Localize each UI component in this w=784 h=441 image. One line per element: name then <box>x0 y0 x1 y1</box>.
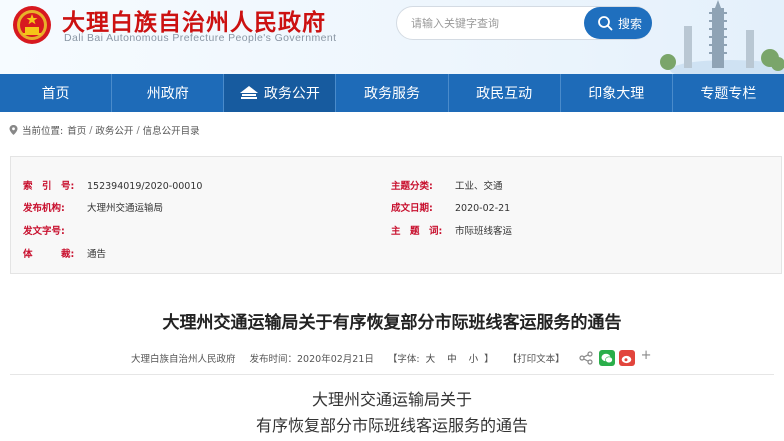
nav-item-prefecture-government[interactable]: 州政府 <box>112 74 225 112</box>
font-size-medium-button[interactable]: 中 <box>447 351 457 365</box>
meta-value: 2020-02-21 <box>455 203 511 214</box>
breadcrumb-separator: / <box>136 124 140 136</box>
meta-key: 成文日期: <box>391 203 433 214</box>
search-icon <box>598 16 613 31</box>
font-size-small-button[interactable]: 小 <box>469 351 479 365</box>
meta-row-topic: 主题分类: 工业、交通 <box>391 178 503 192</box>
nav-item-label: 政务服务 <box>363 86 420 102</box>
nav-item-label: 州政府 <box>146 86 189 102</box>
meta-key: 体 裁: <box>23 249 75 260</box>
meta-value: 市际班线客运 <box>455 226 513 237</box>
meta-key: 索 引 号: <box>23 181 75 192</box>
meta-row-org: 发布机构: 大理州交通运输局 <box>23 200 163 214</box>
more-share-plus-icon[interactable]: + <box>641 349 652 362</box>
body-title-line-1: 大理州交通运输局关于 <box>311 390 472 409</box>
meta-key: 发文字号: <box>23 226 65 237</box>
meta-row-subject: 主 题 词: 市际班线客运 <box>391 223 512 237</box>
meta-row-genre: 体 裁: 通告 <box>23 246 106 260</box>
site-subtitle: Dali Bai Autonomous Prefecture People's … <box>64 32 337 44</box>
font-size-label: 【字体: <box>387 354 420 365</box>
meta-value: 152394019/2020-00010 <box>87 181 203 192</box>
article-meta-bar: 大理白族自治州人民政府 发布时间：2020年02月21日 【字体: 大 中 小 … <box>131 349 652 366</box>
print-button[interactable]: 【打印文本】 <box>508 351 565 365</box>
meta-key: 主 题 词: <box>391 226 443 237</box>
meta-row-date: 成文日期: 2020-02-21 <box>391 200 510 214</box>
body-title-line-2: 有序恢复部分市际班线客运服务的通告 <box>255 416 528 435</box>
three-pagodas-illustration <box>660 0 784 74</box>
wechat-share-icon[interactable] <box>598 350 615 366</box>
breadcrumb-link-catalog[interactable]: 信息公开目录 <box>143 123 200 137</box>
site-header: 大理白族自治州人民政府 Dali Bai Autonomous Prefectu… <box>0 0 784 74</box>
font-size-large-button[interactable]: 大 <box>426 351 436 365</box>
nav-item-label: 政务公开 <box>263 86 320 102</box>
font-size-close-bracket: 】 <box>484 354 494 365</box>
breadcrumb-separator: / <box>89 124 93 136</box>
meta-value: 大理州交通运输局 <box>87 203 164 214</box>
nav-item-label: 印象大理 <box>588 86 645 102</box>
nav-item-impression-dali[interactable]: 印象大理 <box>561 74 673 112</box>
nav-item-label: 政民互动 <box>476 86 533 102</box>
nav-item-government-services[interactable]: 政务服务 <box>336 74 449 112</box>
article-title: 大理州交通运输局关于有序恢复部分市际班线客运服务的通告 <box>162 313 622 333</box>
share-icon[interactable] <box>579 351 593 365</box>
tent-icon <box>239 86 258 99</box>
nav-item-label: 首页 <box>41 86 70 102</box>
article-source: 大理白族自治州人民政府 <box>131 354 236 365</box>
nav-item-public-interaction[interactable]: 政民互动 <box>449 74 561 112</box>
nav-item-home[interactable]: 首页 <box>0 74 113 112</box>
national-emblem-icon <box>13 6 51 44</box>
meta-key: 主题分类: <box>391 181 433 192</box>
nav-item-special-topics[interactable]: 专题专栏 <box>673 74 784 112</box>
search-input[interactable] <box>411 15 581 31</box>
location-pin-icon <box>9 125 18 135</box>
breadcrumb-link-affairs[interactable]: 政务公开 <box>95 123 133 137</box>
meta-row-docno: 发文字号: <box>23 223 87 237</box>
weibo-share-icon[interactable] <box>618 350 635 366</box>
meta-row-index: 索 引 号: 152394019/2020-00010 <box>23 178 202 192</box>
breadcrumb-link-home[interactable]: 首页 <box>67 123 86 137</box>
nav-item-label: 专题专栏 <box>700 86 757 102</box>
search-button-label: 搜索 <box>618 17 643 31</box>
main-nav: 首页 州政府 政务公开 政务服务 政民互动 印象大理 专题专栏 <box>0 74 784 112</box>
meta-value: 通告 <box>87 249 107 260</box>
breadcrumb: 当前位置: 首页 / 政务公开 / 信息公开目录 <box>9 123 200 137</box>
article-publish-time: 发布时间：2020年02月21日 <box>249 354 374 365</box>
breadcrumb-prefix: 当前位置: <box>22 126 64 137</box>
divider <box>10 374 774 375</box>
meta-key: 发布机构: <box>23 203 65 214</box>
meta-value: 工业、交通 <box>455 181 503 192</box>
document-metadata-panel: 索 引 号: 152394019/2020-00010 主题分类: 工业、交通 发布… <box>10 156 782 274</box>
search-button[interactable]: 搜索 <box>584 7 652 39</box>
nav-item-government-affairs-disclosure[interactable]: 政务公开 <box>224 74 337 112</box>
